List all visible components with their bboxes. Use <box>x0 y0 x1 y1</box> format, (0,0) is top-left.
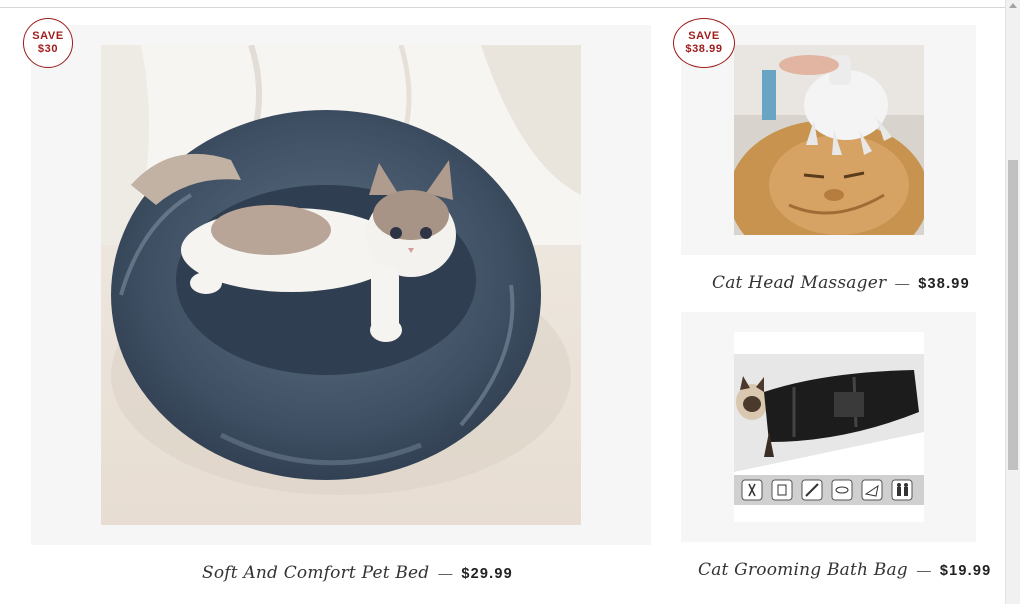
save-badge-label: SAVE <box>688 30 720 42</box>
cat-bed-photo[interactable] <box>101 45 581 525</box>
product-title[interactable]: Cat Grooming Bath Bag <box>698 560 908 580</box>
save-badge-amount: $38.99 <box>685 43 723 55</box>
top-divider <box>0 0 1006 8</box>
product-price: $38.99 <box>918 276 970 292</box>
scrollbar-thumb[interactable] <box>1008 160 1018 470</box>
product-image-frame[interactable] <box>31 25 651 545</box>
title-separator: — <box>916 562 931 578</box>
product-image-frame[interactable] <box>681 312 976 542</box>
cat-massager-photo[interactable] <box>734 45 924 235</box>
product-price: $29.99 <box>461 566 513 582</box>
product-title[interactable]: Cat Head Massager <box>712 273 886 293</box>
title-separator: — <box>895 275 910 291</box>
product-title-row: Cat Head Massager — $38.99 <box>712 273 970 293</box>
product-price: $19.99 <box>939 563 992 579</box>
save-badge: SAVE $30 <box>23 18 73 68</box>
save-badge-amount: $30 <box>37 43 59 55</box>
product-title-row: Soft And Comfort Pet Bed — $29.99 <box>202 563 513 583</box>
product-title-row: Cat Grooming Bath Bag — $19.99 <box>698 560 991 580</box>
title-separator: — <box>438 565 453 581</box>
save-badge: SAVE $38.99 <box>673 18 735 68</box>
product-title[interactable]: Soft And Comfort Pet Bed <box>202 563 429 583</box>
save-badge-label: SAVE <box>32 30 64 42</box>
vertical-scrollbar[interactable] <box>1005 0 1020 604</box>
scroll-up-arrow-icon[interactable] <box>1009 3 1017 8</box>
cat-bath-bag-photo[interactable] <box>734 332 924 522</box>
